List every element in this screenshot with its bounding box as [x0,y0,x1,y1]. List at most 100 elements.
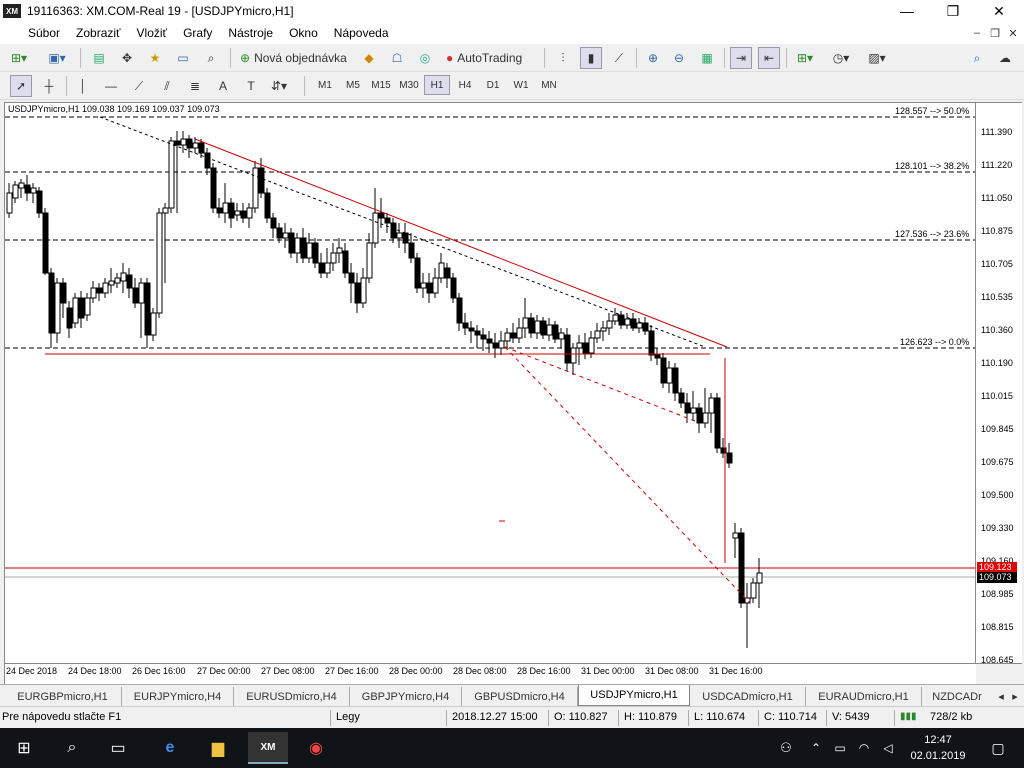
menu-tools[interactable]: Nástroje [220,26,281,40]
signals-icon[interactable]: ☖ [386,47,408,69]
tab-nzdcad[interactable]: NZDCADr [922,687,992,706]
text-icon[interactable]: A [212,75,234,97]
profiles-icon[interactable]: ▣▾ [46,47,68,69]
taskbar-clock[interactable]: 12:47 02.01.2019 [900,732,976,764]
equidistant-channel-icon[interactable]: ⫽ [156,75,178,97]
new-chart-icon[interactable]: ⊞▾ [8,47,30,69]
menu-insert[interactable]: Vložiť [129,26,176,40]
zoom-in-icon[interactable]: ⊕ [642,47,664,69]
bar-chart-icon[interactable]: ⫶ [552,47,574,69]
mdi-close-button[interactable]: ✕ [1004,25,1022,41]
strategy-tester-icon[interactable]: ⌕ [200,47,222,69]
tab-usdcad[interactable]: USDCADmicro,H1 [690,687,806,706]
window-title: 19116363: XM.COM-Real 19 - [USDJPYmicro,… [27,4,294,18]
tab-eurgbp[interactable]: EURGBPmicro,H1 [4,687,122,706]
chat-icon[interactable]: ☁ [994,47,1016,69]
xm-terminal-taskbar-icon[interactable]: XM [248,732,288,764]
candle-body [522,317,529,329]
mdi-restore-button[interactable]: ❐ [986,25,1004,41]
vertical-line-icon[interactable]: │ [72,75,94,97]
edge-browser-icon[interactable]: e [150,732,190,764]
candle-body [444,267,451,279]
candle-body [192,142,199,149]
dotted-red-1 [504,346,751,604]
tab-usdjpy[interactable]: USDJPYmicro,H1 [578,685,690,706]
wifi-icon[interactable]: ◠ [852,732,876,764]
people-icon[interactable]: ⚇ [766,732,806,764]
new-order-button[interactable]: ⊕ Nová objednávka [236,47,351,69]
chrome-browser-icon[interactable]: ◉ [296,732,336,764]
mdi-minimize-button[interactable]: – [968,25,986,41]
tab-gbpusd[interactable]: GBPUSDmicro,H4 [462,687,578,706]
tab-euraud[interactable]: EURAUDmicro,H1 [806,687,922,706]
price-chart[interactable] [4,102,976,664]
autoscroll-icon[interactable]: ⇥ [730,47,752,69]
search-icon[interactable]: ⌕ [966,47,988,69]
menu-window[interactable]: Okno [281,26,326,40]
templates-icon[interactable]: ▨▾ [866,47,888,69]
candle-body [168,140,175,209]
market-watch-icon[interactable]: ▤ [88,47,110,69]
zoom-out-icon[interactable]: ⊖ [668,47,690,69]
candle-body [54,282,61,334]
notifications-icon[interactable]: ▢ [978,732,1018,764]
candle-body [216,207,223,214]
tf-m5[interactable]: M5 [340,75,366,95]
chart-shift-icon[interactable]: ⇤ [758,47,780,69]
tab-scroll-left-icon[interactable]: ◂ [994,687,1008,706]
data-window-icon[interactable]: ✥ [116,47,138,69]
arrows-icon[interactable]: ⇵▾ [268,75,290,97]
tf-m1[interactable]: M1 [312,75,338,95]
candle-body [612,314,619,322]
menu-file[interactable]: Súbor [20,26,68,40]
crosshair-icon[interactable]: ┼ [38,75,60,97]
price-label: 108.985 [981,589,1014,599]
fibonacci-icon[interactable]: ≣ [184,75,206,97]
menu-help[interactable]: Nápoveda [326,26,397,40]
minimize-button[interactable]: — [884,0,930,22]
volume-icon[interactable]: ◁ [876,732,900,764]
cursor-icon[interactable]: ➚ [10,75,32,97]
periods-icon[interactable]: ◷▾ [830,47,852,69]
menu-charts[interactable]: Grafy [175,26,220,40]
task-view-icon[interactable]: ▭ [98,732,138,764]
tab-eurusd[interactable]: EURUSDmicro,H4 [234,687,350,706]
tf-m15[interactable]: M15 [368,75,394,95]
tf-w1[interactable]: W1 [508,75,534,95]
tab-eurjpy[interactable]: EURJPYmicro,H4 [122,687,234,706]
text-label-icon[interactable]: T [240,75,262,97]
terminal-icon[interactable]: ▭ [172,47,194,69]
line-chart-icon[interactable]: ⟋ [608,47,630,69]
horizontal-line-icon[interactable]: — [100,75,122,97]
autotrading-button[interactable]: ● AutoTrading [442,47,526,69]
file-explorer-icon[interactable]: ▆ [198,732,238,764]
candle-body [150,312,157,336]
tab-scroll-right-icon[interactable]: ▸ [1008,687,1022,706]
menu-view[interactable]: Zobraziť [68,26,129,40]
candle-body [306,242,313,259]
tf-h1[interactable]: H1 [424,75,450,95]
battery-icon[interactable]: ▭ [828,732,852,764]
tf-mn[interactable]: MN [536,75,562,95]
tf-d1[interactable]: D1 [480,75,506,95]
navigator-icon[interactable]: ★ [144,47,166,69]
tf-h4[interactable]: H4 [452,75,478,95]
candle-body [702,412,709,424]
metaeditor-icon[interactable]: ◆ [358,47,380,69]
market-icon[interactable]: ◎ [414,47,436,69]
tile-windows-icon[interactable]: ▦ [696,47,718,69]
indicators-icon[interactable]: ⊞▾ [794,47,816,69]
trendline-icon[interactable]: ⟋ [128,75,150,97]
candle-body [564,334,571,364]
time-label: 27 Dec 16:00 [325,666,379,676]
tf-m30[interactable]: M30 [396,75,422,95]
main-toolbar: ⊞▾ ▣▾ ▤ ✥ ★ ▭ ⌕ ⊕ Nová objednávka ◆ ☖ ◎ … [0,44,1024,72]
candlestick-icon[interactable]: ▮ [580,47,602,69]
windows-start-icon[interactable]: ⊞ [4,732,44,764]
search-taskbar-icon[interactable]: ⌕ [52,732,92,764]
maximize-button[interactable]: ❐ [930,0,976,22]
tray-expand-icon[interactable]: ⌃ [804,732,828,764]
close-button[interactable]: ✕ [976,0,1022,22]
candles-svg [5,116,975,648]
tab-gbpjpy[interactable]: GBPJPYmicro,H4 [350,687,462,706]
